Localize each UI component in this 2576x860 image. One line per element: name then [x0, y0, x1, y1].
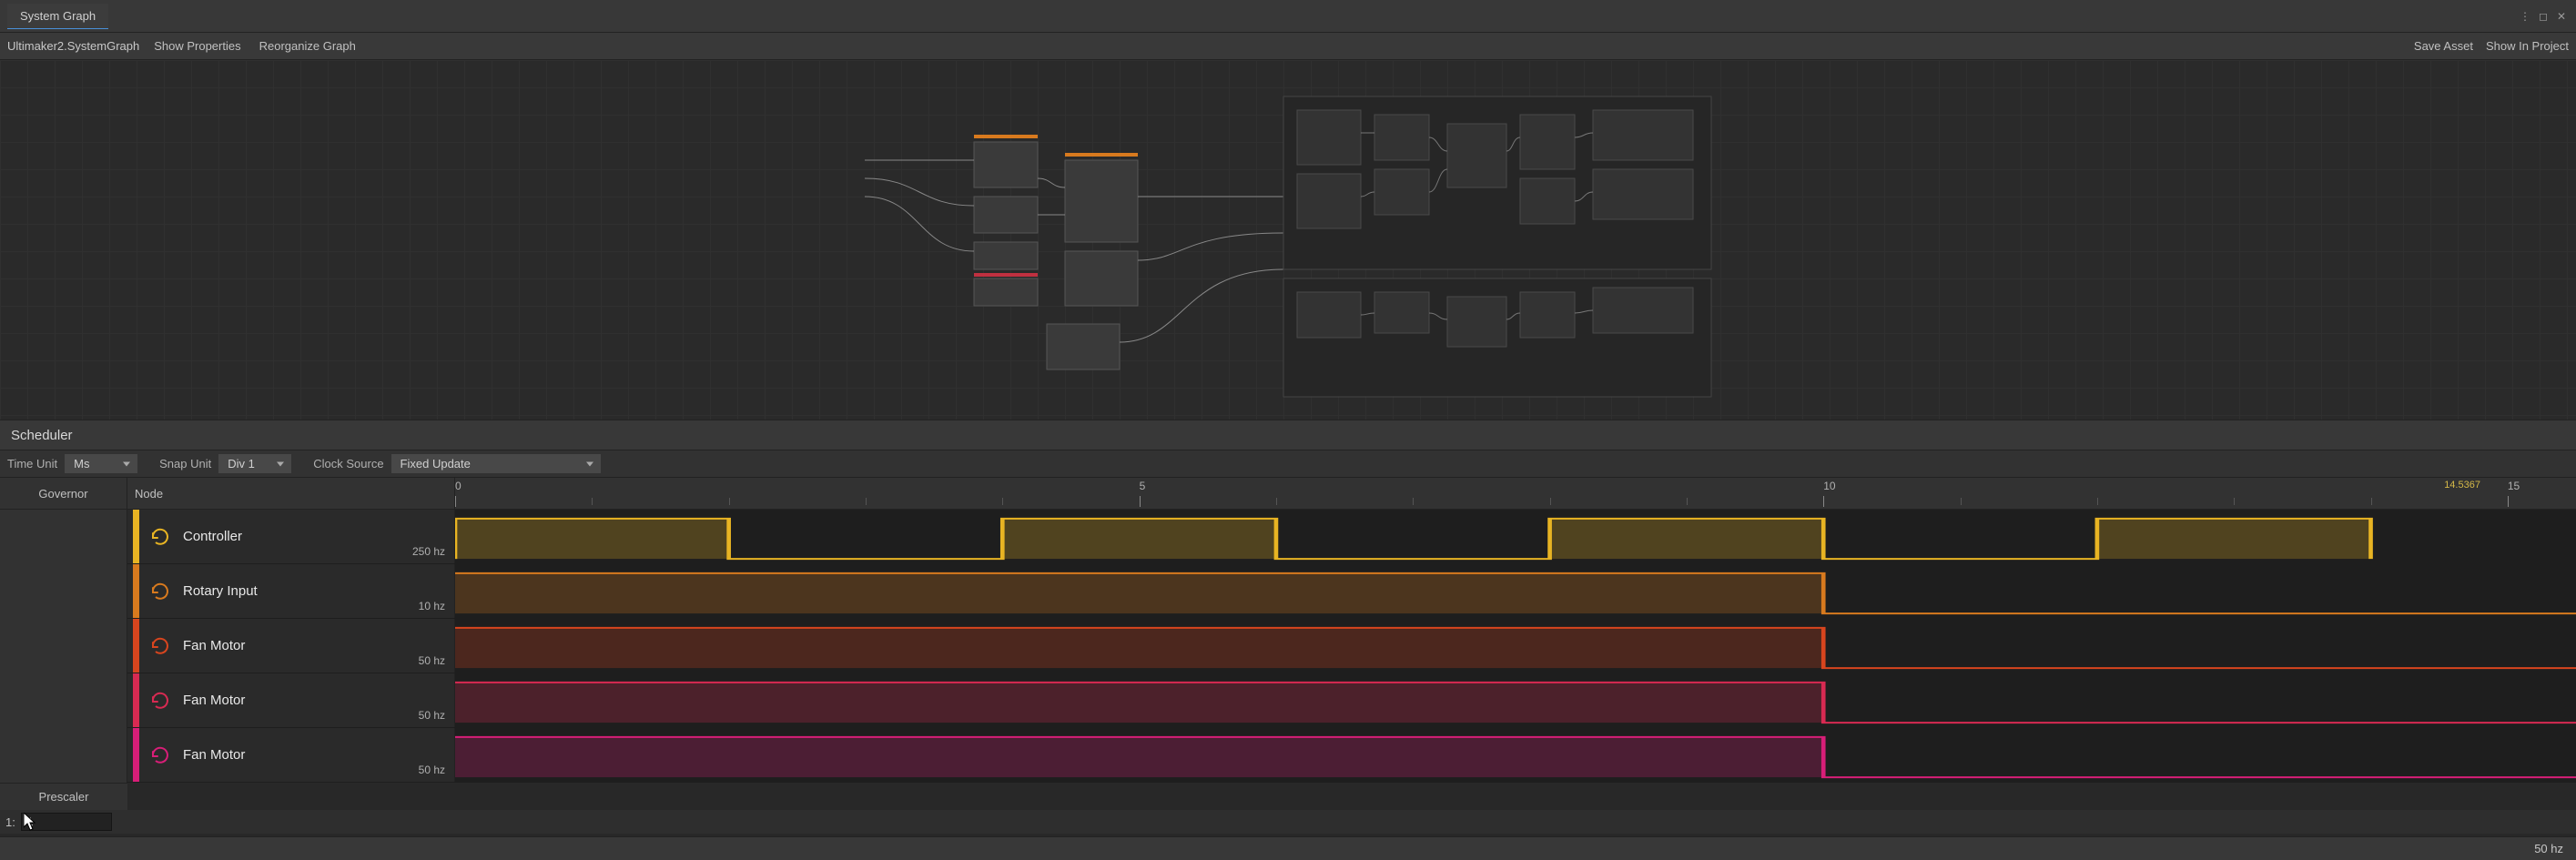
track-name: Rotary Input: [183, 583, 258, 599]
track-lane[interactable]: [455, 619, 2576, 673]
save-asset-button[interactable]: Save Asset: [2414, 39, 2473, 53]
track-row: Rotary Input 10 hz: [127, 564, 2576, 619]
track-label[interactable]: Rotary Input 10 hz: [127, 564, 455, 618]
track-color-bar: [133, 728, 139, 782]
menu-icon[interactable]: ⋮: [2518, 9, 2532, 24]
track-hz: 10 hz: [419, 600, 445, 612]
track-hz: 50 hz: [419, 654, 445, 667]
toolbar: Ultimaker2.SystemGraph Show Properties R…: [0, 33, 2576, 60]
ruler-tick: 5: [1140, 480, 1146, 492]
cycle-icon: [147, 523, 174, 551]
track-row: Fan Motor 50 hz: [127, 673, 2576, 728]
track-hz: 250 hz: [412, 545, 445, 558]
track-lane[interactable]: [455, 564, 2576, 618]
breadcrumb[interactable]: Ultimaker2.SystemGraph: [7, 39, 139, 53]
tab-bar: System Graph ⋮ ◻ ✕: [0, 0, 2576, 33]
track-lane[interactable]: [455, 673, 2576, 727]
reorganize-graph-button[interactable]: Reorganize Graph: [256, 39, 360, 53]
ruler-row: Node 0 5 10 15 14.5367: [127, 478, 2576, 510]
track-name: Fan Motor: [183, 693, 245, 708]
ruler-tick: 0: [455, 480, 461, 492]
cursor-icon: [24, 813, 38, 833]
timeline-area: Governor Prescaler Node 0 5 10 15 14.5367 Co…: [0, 478, 2576, 810]
track-color-bar: [133, 673, 139, 727]
ruler-tick: 10: [1823, 480, 1835, 492]
track-name: Fan Motor: [183, 638, 245, 653]
ruler-marker: 14.5367: [2444, 480, 2480, 491]
governor-column: Governor Prescaler: [0, 478, 127, 810]
time-unit-dropdown[interactable]: Ms: [65, 454, 137, 473]
graph-viewport[interactable]: [0, 60, 2576, 420]
cycle-icon: [147, 578, 174, 605]
track-color-bar: [133, 619, 139, 673]
status-bar: 50 hz: [0, 836, 2576, 860]
track-label[interactable]: Controller 250 hz: [127, 510, 455, 563]
cycle-icon: [147, 632, 174, 660]
show-properties-button[interactable]: Show Properties: [150, 39, 244, 53]
track-name: Controller: [183, 529, 242, 544]
track-row: Fan Motor 50 hz: [127, 728, 2576, 783]
cycle-icon: [147, 687, 174, 714]
track-color-bar: [133, 564, 139, 618]
track-lane[interactable]: [455, 728, 2576, 782]
track-label[interactable]: Fan Motor 50 hz: [127, 728, 455, 782]
track-lane[interactable]: [455, 510, 2576, 563]
ruler-tick: 15: [2508, 480, 2520, 492]
clock-source-label: Clock Source: [313, 457, 383, 470]
clock-source-dropdown[interactable]: Fixed Update: [391, 454, 601, 473]
track-color-bar: [133, 510, 139, 563]
snap-unit-dropdown[interactable]: Div 1: [218, 454, 291, 473]
scheduler-title: Scheduler: [11, 428, 73, 443]
prescaler-input-label: 1:: [5, 815, 15, 829]
track-row: Controller 250 hz: [127, 510, 2576, 564]
close-icon[interactable]: ✕: [2554, 9, 2569, 24]
governor-header: Governor: [0, 478, 127, 510]
track-label[interactable]: Fan Motor 50 hz: [127, 673, 455, 727]
timeline-ruler[interactable]: 0 5 10 15 14.5367: [455, 478, 2576, 509]
snap-unit-label: Snap Unit: [159, 457, 211, 470]
track-name: Fan Motor: [183, 747, 245, 763]
tab-system-graph[interactable]: System Graph: [7, 4, 108, 29]
prescaler-input-row: 1:: [0, 810, 2576, 834]
prescaler-label: Prescaler: [0, 783, 127, 810]
track-row: Fan Motor 50 hz: [127, 619, 2576, 673]
track-hz: 50 hz: [419, 764, 445, 776]
time-unit-label: Time Unit: [7, 457, 57, 470]
track-hz: 50 hz: [419, 709, 445, 722]
window-controls: ⋮ ◻ ✕: [2518, 9, 2569, 24]
status-rate: 50 hz: [2534, 842, 2563, 855]
cycle-icon: [147, 742, 174, 769]
popout-icon[interactable]: ◻: [2536, 9, 2551, 24]
show-in-project-button[interactable]: Show In Project: [2486, 39, 2569, 53]
scheduler-header: Scheduler: [0, 420, 2576, 450]
track-label[interactable]: Fan Motor 50 hz: [127, 619, 455, 673]
node-header: Node: [127, 478, 455, 509]
scheduler-controls: Time Unit Ms Snap Unit Div 1 Clock Sourc…: [0, 450, 2576, 478]
node-graph-thumbnail: [865, 78, 1720, 406]
